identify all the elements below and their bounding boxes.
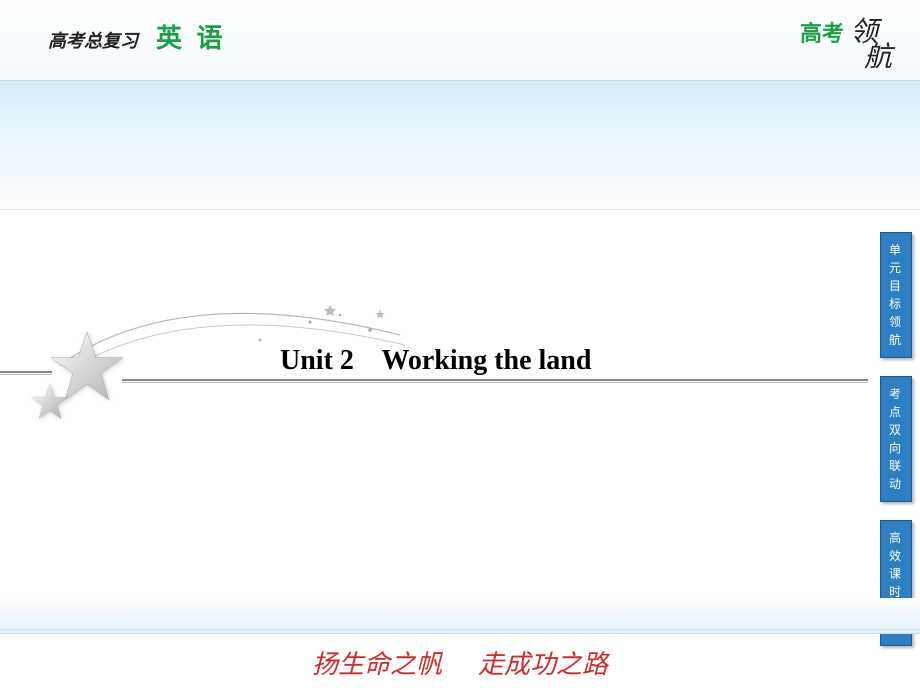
gradient-top [0, 80, 920, 210]
unit-title: Unit 2 Working the land [280, 345, 870, 377]
linghang-label: 领 航 [850, 20, 892, 70]
header-left-group: 高考总复习 英 语 [48, 18, 227, 55]
sidebar-nav: 单元目标领航 考点双向联动 高效课时作业 [880, 232, 912, 646]
gradient-bottom [0, 598, 920, 634]
sidebar-tab-unit-goals[interactable]: 单元目标领航 [880, 232, 912, 358]
linghang-char-2: 航 [864, 45, 892, 70]
header-right-group: 高考 领 航 [800, 16, 892, 70]
review-label: 高考总复习 [48, 27, 138, 53]
subject-label: 英 语 [156, 18, 227, 55]
sidebar-tab-label: 考点双向联动 [889, 385, 903, 493]
gaokao-label: 高考 [800, 16, 844, 48]
sidebar-tab-exam-points[interactable]: 考点双向联动 [880, 376, 912, 502]
sidebar-tab-label: 单元目标领航 [889, 241, 903, 349]
star-small-icon [30, 382, 70, 422]
page-footer: 扬生命之帆 走成功之路 [0, 634, 920, 690]
footer-slogan-left: 扬生命之帆 [312, 644, 442, 681]
page-header: 高考总复习 英 语 高考 领 航 [0, 0, 920, 80]
title-underline [122, 379, 868, 381]
left-rule-line [0, 371, 52, 373]
footer-slogan-right: 走成功之路 [478, 644, 608, 681]
